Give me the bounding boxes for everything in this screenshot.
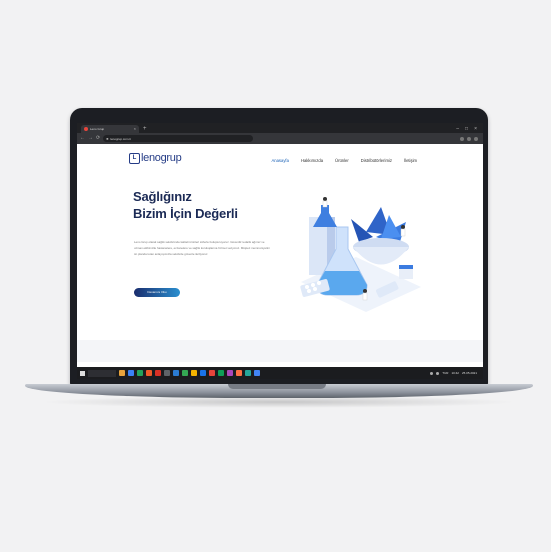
lock-icon: ■ (106, 136, 109, 141)
hero-title-line-2: Bizim İçin Değerli (133, 206, 238, 221)
read-more-button[interactable]: Devamını Oku (134, 288, 180, 297)
taskbar-app-icon[interactable] (173, 370, 179, 376)
hero-paragraph: Leno Grup olarak sağlık sektöründe kalit… (134, 240, 270, 256)
volume-icon[interactable] (436, 371, 440, 375)
windows-taskbar: TUR 10:42 25.05.2021 (77, 367, 483, 379)
profile-icon[interactable] (467, 136, 471, 141)
logo-text: lenogrup (141, 152, 182, 164)
website: L lenogrup Anasayfa Hakkımızda Ürünler D… (77, 144, 483, 362)
nav-item-home[interactable]: Anasayfa (271, 158, 288, 163)
browser-tab-bar: Leno Grup × + – □ × (77, 123, 483, 133)
hero-title-line-1: Sağlığınız (133, 189, 192, 204)
nav-item-contact[interactable]: İletişim (404, 158, 417, 163)
toolbar-extensions (460, 136, 480, 141)
laptop-screen: Leno Grup × + – □ × ← → ⟳ ■ lenogrup.com… (77, 123, 483, 379)
window-controls: – □ × (456, 125, 483, 133)
taskbar-app-icon[interactable] (209, 370, 215, 376)
nav-item-distributors[interactable]: Distribütörlerimiz (361, 158, 392, 163)
laptop-notch (228, 384, 326, 389)
clock-time[interactable]: 10:42 (451, 371, 459, 375)
next-section-band (77, 340, 483, 362)
menu-icon[interactable] (474, 136, 478, 141)
new-tab-button[interactable]: + (143, 125, 147, 133)
back-icon[interactable]: ← (80, 136, 85, 141)
nav-item-products[interactable]: Ürünler (335, 158, 349, 163)
taskbar-app-icon[interactable] (128, 370, 134, 376)
minimize-icon[interactable]: – (456, 125, 459, 133)
browser-toolbar: ← → ⟳ ■ lenogrup.com.tr (77, 133, 483, 144)
windows-start-icon[interactable] (80, 370, 85, 376)
main-nav: Anasayfa Hakkımızda Ürünler Distribütörl… (271, 158, 417, 163)
clock-date[interactable]: 25.05.2021 (462, 371, 477, 375)
taskbar-app-icon[interactable] (164, 370, 170, 376)
favicon-icon (84, 127, 88, 131)
logo-mark-icon: L (129, 152, 140, 164)
laboratory-illustration (300, 197, 421, 312)
taskbar-app-icon[interactable] (236, 370, 242, 376)
taskbar-app-icon[interactable] (227, 370, 233, 376)
nav-item-about[interactable]: Hakkımızda (301, 158, 323, 163)
url-text: lenogrup.com.tr (110, 136, 132, 141)
taskbar-apps (119, 370, 260, 376)
taskbar-app-icon[interactable] (200, 370, 206, 376)
taskbar-app-icon[interactable] (245, 370, 251, 376)
address-bar[interactable]: ■ lenogrup.com.tr (103, 135, 254, 142)
network-icon[interactable] (430, 371, 434, 375)
close-tab-icon[interactable]: × (134, 127, 136, 131)
taskbar-app-icon[interactable] (254, 370, 260, 376)
tab-title: Leno Grup (90, 127, 105, 131)
taskbar-app-icon[interactable] (119, 370, 125, 376)
taskbar-search[interactable] (88, 369, 116, 377)
taskbar-app-icon[interactable] (137, 370, 143, 376)
taskbar-app-icon[interactable] (182, 370, 188, 376)
taskbar-app-icon[interactable] (191, 370, 197, 376)
site-logo[interactable]: L lenogrup (129, 152, 182, 164)
system-tray: TUR 10:42 25.05.2021 (430, 371, 480, 375)
browser-tab[interactable]: Leno Grup × (81, 125, 139, 133)
extension-icon[interactable] (460, 136, 464, 141)
taskbar-app-icon[interactable] (155, 370, 161, 376)
taskbar-app-icon[interactable] (218, 370, 224, 376)
taskbar-app-icon[interactable] (146, 370, 152, 376)
forward-icon[interactable]: → (88, 136, 93, 141)
language-indicator[interactable]: TUR (442, 371, 448, 375)
close-window-icon[interactable]: × (474, 125, 477, 133)
maximize-icon[interactable]: □ (465, 125, 468, 133)
reload-icon[interactable]: ⟳ (96, 136, 100, 141)
hero-title: Sağlığınız Bizim İçin Değerli (133, 188, 238, 222)
